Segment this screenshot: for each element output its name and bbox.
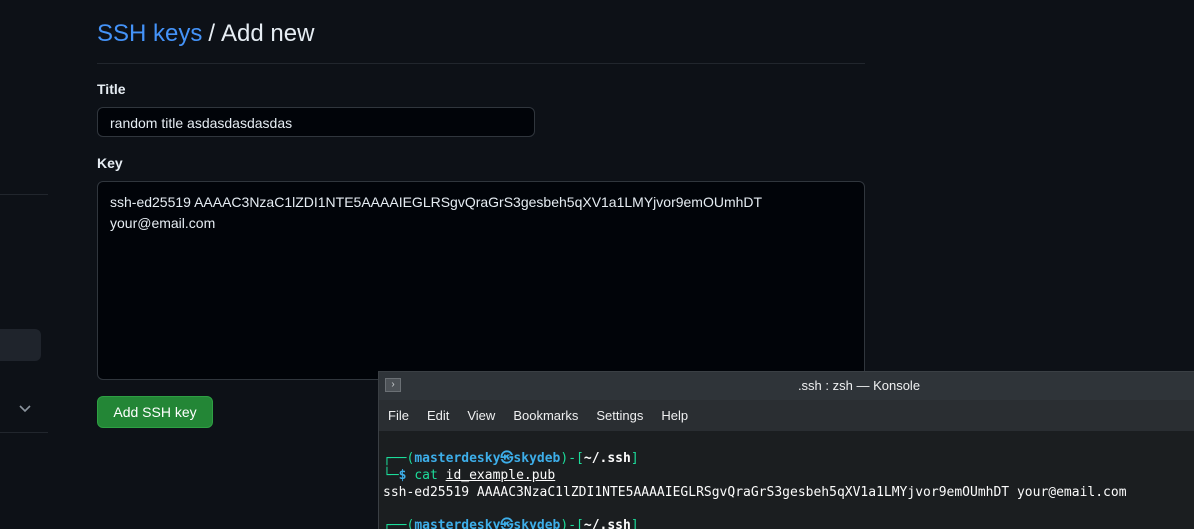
page: SSH keys / Add new Title random title asda… (0, 0, 1194, 529)
prompt-symbol: ㉿ (500, 518, 514, 529)
terminal-command: cat (414, 468, 438, 483)
menu-edit[interactable]: Edit (418, 400, 458, 431)
terminal-command-line: └─$ cat id_example.pub (383, 468, 556, 483)
prompt-host: skydeb (513, 518, 561, 529)
sidebar-item-selected[interactable] (0, 329, 41, 361)
prompt-symbol: ㉿ (500, 451, 514, 466)
breadcrumb-ssh-keys-link[interactable]: SSH keys (97, 20, 202, 47)
menu-settings[interactable]: Settings (587, 400, 652, 431)
chevron-down-icon-svg (19, 405, 31, 413)
konsole-window: › .ssh : zsh — Konsole File Edit View Bo… (378, 371, 1194, 529)
menu-help[interactable]: Help (652, 400, 697, 431)
breadcrumb: SSH keys / Add new (97, 18, 865, 64)
sidebar-divider (0, 194, 48, 195)
menu-bookmarks[interactable]: Bookmarks (504, 400, 587, 431)
page-title: Add new (221, 20, 315, 47)
chevron-down-icon[interactable] (16, 400, 34, 418)
key-textarea[interactable]: ssh-ed25519 AAAAC3NzaC1lZDI1NTE5AAAAIEGL… (97, 181, 865, 380)
terminal-output: ssh-ed25519 AAAAC3NzaC1lZDI1NTE5AAAAIEGL… (383, 485, 1127, 500)
prompt-user: masterdesky (414, 518, 501, 529)
add-ssh-key-button[interactable]: Add SSH key (97, 396, 213, 428)
terminal-prompt-line: ┌──(masterdesky㉿skydeb)-[~/.ssh] (383, 517, 639, 529)
terminal-command-arg: id_example.pub (445, 468, 556, 483)
konsole-menubar: File Edit View Bookmarks Settings Help (379, 400, 1194, 431)
key-label: Key (97, 155, 123, 171)
title-label: Title (97, 81, 126, 97)
terminal-area[interactable]: ┌──(masterdesky㉿skydeb)-[~/.ssh] └─$ cat… (379, 431, 1194, 529)
breadcrumb-separator: / (208, 20, 216, 47)
title-input[interactable]: random title asdasdasdasdas (97, 107, 535, 137)
menu-view[interactable]: View (458, 400, 504, 431)
menu-file[interactable]: File (379, 400, 418, 431)
prompt-path: ~/.ssh (583, 518, 631, 529)
konsole-titlebar[interactable]: › .ssh : zsh — Konsole (379, 372, 1194, 400)
terminal-prompt-line: ┌──(masterdesky㉿skydeb)-[~/.ssh] (383, 451, 639, 466)
prompt-path: ~/.ssh (583, 451, 631, 466)
sidebar-divider (0, 432, 48, 433)
konsole-window-title: .ssh : zsh — Konsole (797, 378, 921, 393)
prompt-user: masterdesky (414, 451, 501, 466)
prompt-host: skydeb (513, 451, 561, 466)
